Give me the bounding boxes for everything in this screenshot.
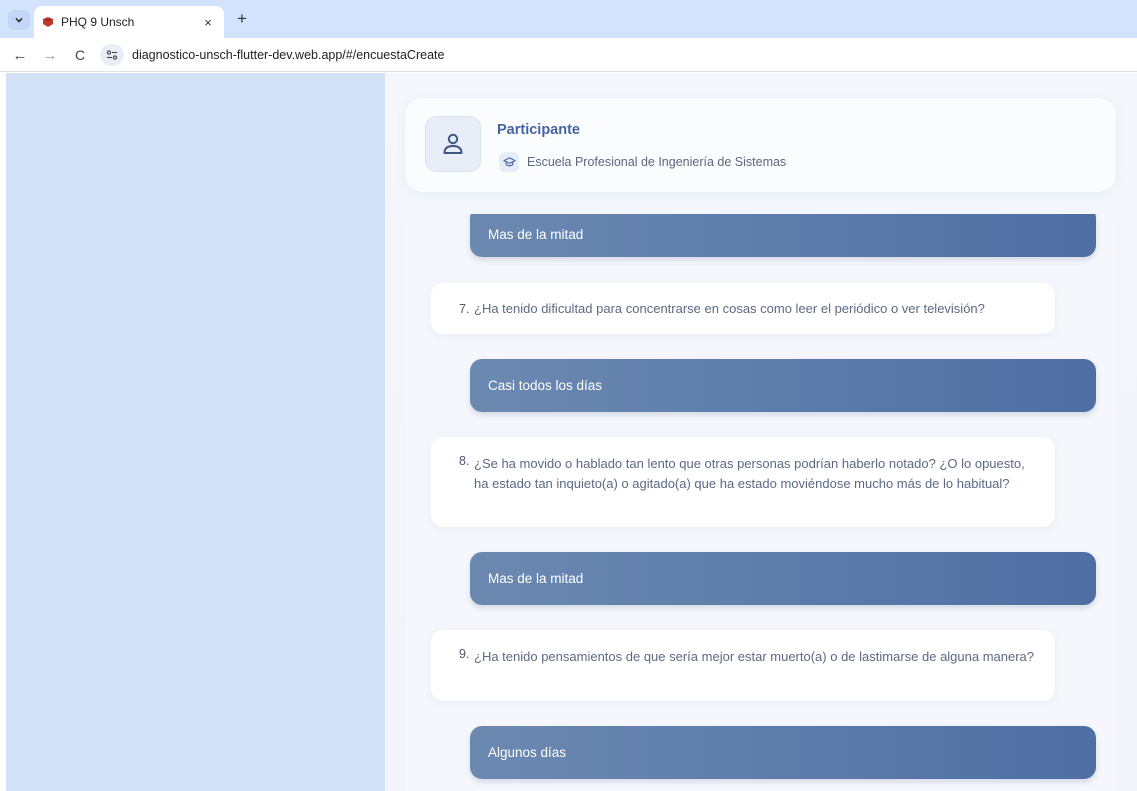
forward-button[interactable]: → <box>40 45 60 65</box>
back-button[interactable]: ← <box>10 45 30 65</box>
new-tab-button[interactable]: + <box>232 9 252 29</box>
question-number: 8. <box>459 454 470 468</box>
question-text: ¿Ha tenido dificultad para concentrarse … <box>474 300 985 316</box>
graduation-cap-icon <box>499 152 519 172</box>
favicon-icon <box>43 17 53 27</box>
reload-button[interactable]: C <box>70 45 90 65</box>
answer-text: Mas de la mitad <box>488 571 584 586</box>
participant-title: Participante <box>497 122 580 138</box>
question-text: ¿Ha tenido pensamientos de que sería mej… <box>474 649 1035 664</box>
tab-search-button[interactable] <box>8 10 30 30</box>
question-number: 9. <box>459 647 470 661</box>
answer-text: Casi todos los días <box>488 378 603 393</box>
chevron-down-icon <box>15 17 23 23</box>
browser-tab-bar: PHQ 9 Unsch × + <box>0 0 1137 38</box>
participant-school: Escuela Profesional de Ingeniería de Sis… <box>527 155 787 169</box>
question-text: ¿Se ha movido o hablado tan lento que ot… <box>474 456 1025 491</box>
answer-option-8[interactable]: Mas de la mitad <box>470 552 1096 605</box>
avatar <box>425 116 481 172</box>
browser-tab[interactable]: PHQ 9 Unsch × <box>34 6 224 38</box>
left-panel <box>6 73 385 791</box>
question-card-9: 9. ¿Ha tenido pensamientos de que sería … <box>431 630 1055 701</box>
site-info-icon[interactable] <box>100 44 124 66</box>
question-card-8: 8. ¿Se ha movido o hablado tan lento que… <box>431 437 1055 527</box>
answer-text: Algunos días <box>488 745 567 760</box>
browser-toolbar: ← → C diagnostico-unsch-flutter-dev.web.… <box>0 38 1137 72</box>
person-icon <box>443 133 463 154</box>
answer-option-6[interactable]: Mas de la mitad <box>470 214 1096 257</box>
participant-school-row: Escuela Profesional de Ingeniería de Sis… <box>499 152 786 172</box>
url-text: diagnostico-unsch-flutter-dev.web.app/#/… <box>132 48 445 62</box>
answer-option-9[interactable]: Algunos días <box>470 726 1096 779</box>
survey-list[interactable]: Mas de la mitad 7. ¿Ha tenido dificultad… <box>405 214 1116 791</box>
answer-text: Mas de la mitad <box>488 227 584 242</box>
question-card-7: 7. ¿Ha tenido dificultad para concentrar… <box>431 283 1055 334</box>
page-content: Participante Escuela Profesional de Inge… <box>6 73 1137 791</box>
tab-title: PHQ 9 Unsch <box>61 15 135 29</box>
tab-close-button[interactable]: × <box>200 15 216 30</box>
answer-option-7[interactable]: Casi todos los días <box>470 359 1096 412</box>
survey-panel: Participante Escuela Profesional de Inge… <box>385 73 1137 791</box>
participant-card: Participante Escuela Profesional de Inge… <box>405 98 1116 192</box>
address-bar[interactable]: diagnostico-unsch-flutter-dev.web.app/#/… <box>100 42 1130 68</box>
question-number: 7. <box>459 301 470 316</box>
